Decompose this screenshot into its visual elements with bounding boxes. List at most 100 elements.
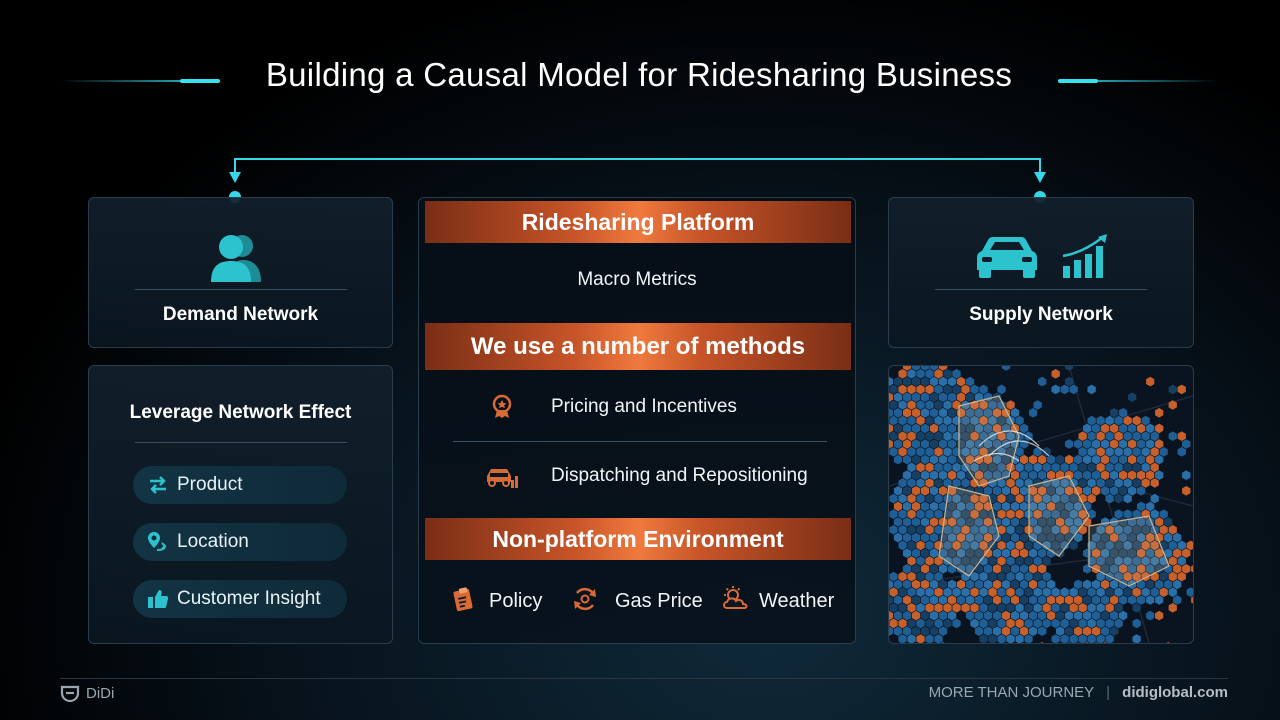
hex-cell: [1011, 532, 1020, 543]
hex-cell: [1078, 447, 1087, 457]
hex-cell: [1168, 384, 1177, 395]
hex-cell: [934, 384, 943, 395]
hex-cell: [1168, 525, 1177, 535]
hex-cell: [889, 392, 894, 402]
hex-cell: [1056, 626, 1065, 636]
hex-cell: [911, 517, 921, 527]
hex-cell: [1141, 587, 1150, 597]
hex-cell: [911, 501, 921, 512]
hex-cell: [911, 439, 921, 449]
hex-cell: [1065, 366, 1074, 371]
hex-cell: [1101, 439, 1110, 449]
hex-cell: [1020, 548, 1029, 558]
hex-cell: [1191, 596, 1193, 604]
hex-cell: [1128, 392, 1137, 402]
hex-cell: [1078, 634, 1087, 643]
hex-cell: [1182, 439, 1191, 449]
hex-cell: [1078, 587, 1087, 597]
hex-cell: [1015, 525, 1024, 535]
hex-cell: [997, 493, 1006, 504]
hex-cell: [1110, 470, 1119, 480]
hex-cell: [1177, 447, 1186, 457]
hex-cell: [889, 618, 898, 629]
supply-network-panel: Supply Network: [888, 197, 1194, 348]
hex-cell: [1069, 462, 1078, 473]
hex-cell: [920, 423, 930, 434]
hex-cell: [956, 470, 966, 480]
hex-cell: [1065, 610, 1074, 621]
footer-separator: |: [1106, 684, 1110, 701]
hex-cell: [970, 587, 979, 597]
hex-cell: [1020, 501, 1029, 512]
hex-cell: [1159, 587, 1168, 597]
hex-cell: [1119, 439, 1128, 449]
hex-cell: [1101, 579, 1110, 590]
hex-cell: [1040, 642, 1044, 643]
hex-cell: [907, 400, 916, 410]
hex-cell: [1173, 564, 1182, 574]
hex-cell: [1119, 423, 1128, 434]
hex-cell: [1168, 571, 1177, 582]
hex-cell: [898, 540, 907, 551]
hex-cell: [1038, 626, 1047, 636]
hex-cell: [920, 470, 930, 480]
hex-cell: [1006, 493, 1015, 504]
hex-cell: [992, 501, 1002, 512]
hex-cell: [1083, 610, 1092, 621]
hex-cell: [943, 447, 952, 457]
hex-cell: [916, 540, 925, 551]
hex-cell: [889, 439, 894, 449]
car-icon: [977, 237, 1037, 278]
hex-cell: [934, 509, 943, 519]
hex-cell: [997, 603, 1006, 613]
hex-cell: [1001, 626, 1011, 636]
hex-cell: [1101, 454, 1110, 465]
hex-cell: [1123, 447, 1132, 457]
hex-cell: [1047, 610, 1056, 621]
hex-cell: [943, 618, 952, 629]
hex-cell: [970, 603, 979, 613]
hex-cell: [1132, 634, 1141, 643]
hex-cell: [1051, 369, 1060, 379]
hex-cell: [920, 439, 930, 449]
hex-cell: [1006, 603, 1015, 613]
hex-cell: [902, 532, 912, 543]
hex-cell: [911, 626, 921, 636]
hex-cell: [911, 579, 921, 590]
hex-cell: [1119, 610, 1128, 621]
hex-cell: [907, 493, 916, 504]
hex-cell: [1123, 415, 1132, 426]
hex-cell: [1029, 564, 1038, 574]
hex-cell: [1132, 447, 1141, 457]
hex-cell: [997, 634, 1006, 643]
hex-cell: [1006, 587, 1015, 597]
hex-cell: [916, 478, 925, 488]
hex-cell: [902, 376, 912, 387]
hex-cell: [1015, 478, 1024, 488]
hex-cell: [1150, 431, 1159, 441]
hex-cell: [1110, 423, 1119, 434]
hex-cell: [889, 447, 898, 457]
hex-cell: [979, 634, 988, 643]
hex-cell: [938, 626, 948, 636]
hex-cell: [898, 603, 907, 613]
hex-cell: [934, 634, 943, 643]
hex-cell: [938, 408, 948, 418]
hex-cell: [929, 408, 939, 418]
hex-cell: [920, 610, 930, 621]
hex-cell: [1006, 618, 1015, 629]
hex-cell: [1155, 579, 1164, 590]
ridesharing-platform-header: Ridesharing Platform: [425, 201, 851, 243]
hex-cell: [952, 369, 961, 379]
hex-cell: [898, 478, 907, 488]
hex-cell: [898, 400, 907, 410]
hex-cell: [970, 618, 979, 629]
hex-cell: [1096, 447, 1105, 457]
hex-cell: [934, 493, 943, 504]
hex-cell: [1020, 564, 1029, 574]
hex-cell: [893, 532, 903, 543]
hex-cell: [1155, 423, 1164, 434]
hex-cell: [1011, 564, 1020, 574]
hex-cell: [1141, 431, 1150, 441]
hex-cell: [938, 595, 948, 605]
